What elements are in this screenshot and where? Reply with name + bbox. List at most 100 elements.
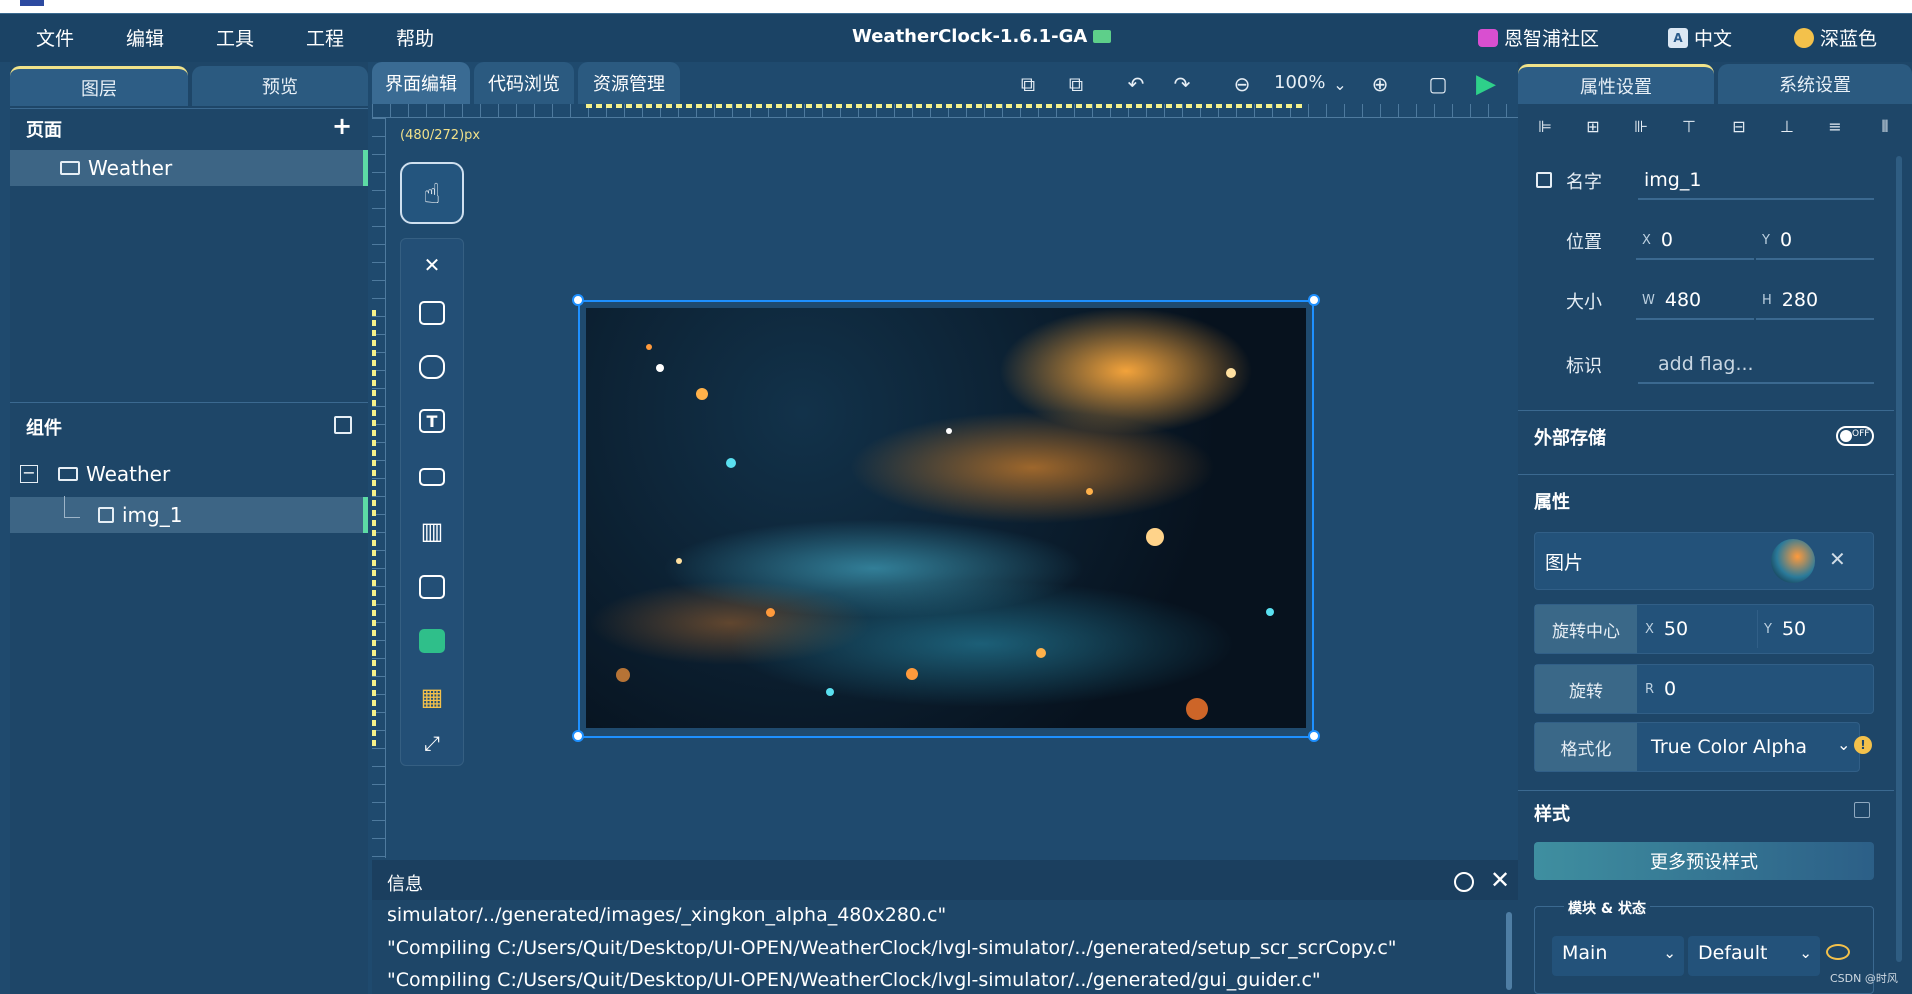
- resize-handle-tl[interactable]: [572, 294, 584, 306]
- undo-icon[interactable]: ↶: [1122, 70, 1150, 98]
- textarea-widget-icon[interactable]: [400, 450, 464, 504]
- menu-tools[interactable]: 工具: [216, 24, 254, 51]
- rot-center-x-value: 50: [1663, 618, 1689, 640]
- ruler-highlight-horizontal: [586, 104, 1306, 108]
- zoom-in-icon[interactable]: ⊕: [1366, 70, 1394, 98]
- component-root-label: Weather: [86, 462, 171, 486]
- redo-icon[interactable]: ↷: [1168, 70, 1196, 98]
- language-switch[interactable]: A 中文: [1668, 24, 1732, 51]
- image-icon: [1536, 172, 1552, 188]
- resize-handle-bl[interactable]: [572, 730, 584, 742]
- resize-handle-br[interactable]: [1308, 730, 1320, 742]
- community-link[interactable]: 恩智浦社区: [1478, 24, 1599, 51]
- rot-center-y-field[interactable]: Y 50: [1757, 610, 1871, 648]
- format-select[interactable]: True Color Alpha: [1645, 728, 1845, 766]
- r-axis-label: R: [1645, 681, 1655, 697]
- tab-ui-editor[interactable]: 界面编辑: [372, 62, 470, 104]
- module-select[interactable]: Main ⌄: [1552, 936, 1684, 976]
- galaxy-image[interactable]: [586, 308, 1306, 728]
- height-field[interactable]: H 280: [1756, 282, 1874, 320]
- height-value: 280: [1781, 289, 1819, 311]
- menu-file[interactable]: 文件: [36, 24, 74, 51]
- page-item-weather[interactable]: Weather: [10, 150, 368, 186]
- external-storage-toggle[interactable]: OFF: [1836, 426, 1874, 446]
- rotation-input[interactable]: R0: [1639, 670, 1869, 708]
- chevron-down-icon[interactable]: ⌄: [1837, 735, 1850, 754]
- imgbutton-widget-icon[interactable]: [400, 340, 464, 394]
- close-icon[interactable]: ✕: [1490, 866, 1510, 894]
- watermark: CSDN @时风: [1830, 972, 1898, 985]
- info-icon[interactable]: !: [1854, 736, 1872, 754]
- state-value: Default: [1698, 942, 1768, 964]
- popout-icon[interactable]: [334, 416, 352, 434]
- rot-center-x-field[interactable]: X 50: [1639, 610, 1753, 648]
- width-field[interactable]: W 480: [1636, 282, 1754, 320]
- label-widget-icon[interactable]: T: [400, 394, 464, 448]
- ruler-highlight-vertical: [372, 310, 376, 750]
- align-vcenter-icon[interactable]: ⊟: [1728, 117, 1750, 139]
- expand-tools-icon[interactable]: ⤢: [400, 716, 464, 770]
- flag-label: 标识: [1566, 356, 1602, 377]
- divider: [1518, 410, 1894, 411]
- button-widget-icon[interactable]: [400, 286, 464, 340]
- monitor-icon: [58, 467, 78, 481]
- community-label: 恩智浦社区: [1504, 28, 1600, 50]
- more-presets-button[interactable]: 更多预设样式: [1534, 842, 1874, 880]
- menu-help[interactable]: 帮助: [396, 24, 434, 51]
- bring-front-icon[interactable]: ⧉: [1014, 70, 1042, 98]
- image-thumbnail[interactable]: [1771, 539, 1815, 583]
- menu-project[interactable]: 工程: [306, 24, 344, 51]
- zoom-out-icon[interactable]: ⊖: [1228, 70, 1256, 98]
- tree-connector: [64, 496, 80, 518]
- align-bottom-icon[interactable]: ⊥: [1776, 117, 1798, 139]
- tab-code-browser[interactable]: 代码浏览: [474, 62, 574, 104]
- menu-edit[interactable]: 编辑: [126, 24, 164, 51]
- export-code-icon[interactable]: ▢: [1424, 70, 1452, 98]
- app-title-text: WeatherClock-1.6.1-GA: [852, 26, 1088, 47]
- rotation-center-label: 旋转中心: [1535, 605, 1637, 653]
- align-right-icon[interactable]: ⊪: [1630, 117, 1652, 139]
- collapse-icon[interactable]: −: [20, 465, 38, 483]
- flag-field[interactable]: add flag...: [1638, 346, 1874, 384]
- state-select[interactable]: Default ⌄: [1688, 936, 1820, 976]
- line-widget-icon[interactable]: [400, 614, 464, 668]
- save-style-icon[interactable]: [1854, 802, 1870, 818]
- pos-x-field[interactable]: X0: [1636, 222, 1754, 260]
- chevron-down-icon[interactable]: ⌄: [1326, 70, 1354, 98]
- tab-preview[interactable]: 预览: [192, 66, 368, 106]
- right-scrollbar[interactable]: [1896, 156, 1902, 962]
- align-top-icon[interactable]: ⊤: [1678, 117, 1700, 139]
- theme-switch[interactable]: 深蓝色: [1794, 24, 1877, 51]
- tab-layers[interactable]: 图层: [10, 66, 188, 106]
- run-icon[interactable]: ▶: [1472, 69, 1500, 99]
- divider: [1518, 790, 1894, 791]
- image-source-field[interactable]: 图片 ✕: [1534, 532, 1874, 590]
- chart-widget-icon[interactable]: ▥: [400, 504, 464, 558]
- zoom-level[interactable]: 100%: [1274, 72, 1325, 93]
- eye-icon[interactable]: [1826, 944, 1850, 960]
- remove-image-icon[interactable]: ✕: [1829, 547, 1846, 571]
- resize-handle-tr[interactable]: [1308, 294, 1320, 306]
- component-root-weather[interactable]: − Weather: [10, 456, 368, 492]
- tab-system-settings[interactable]: 系统设置: [1718, 64, 1912, 104]
- add-page-button[interactable]: +: [332, 112, 352, 140]
- distribute-icon[interactable]: ≡: [1824, 117, 1846, 139]
- pos-y-field[interactable]: Y0: [1756, 222, 1874, 260]
- external-storage-label: 外部存储: [1534, 428, 1606, 449]
- collapse-tools-icon[interactable]: ✕: [400, 238, 464, 292]
- y-axis-label: Y: [1764, 621, 1772, 637]
- tab-resources[interactable]: 资源管理: [578, 62, 680, 104]
- image-widget-icon[interactable]: [400, 560, 464, 614]
- right-tabbar: 属性设置 系统设置: [1518, 60, 1912, 104]
- clear-log-icon[interactable]: [1454, 872, 1474, 892]
- send-back-icon[interactable]: ⧉: [1062, 70, 1090, 98]
- align-left-icon[interactable]: ⊫: [1534, 117, 1556, 139]
- folder-open-icon[interactable]: [1093, 30, 1112, 43]
- info-scrollbar[interactable]: [1506, 912, 1512, 990]
- pointer-tool-button[interactable]: ☝: [400, 162, 464, 224]
- name-field[interactable]: img_1: [1638, 162, 1874, 200]
- tab-properties[interactable]: 属性设置: [1518, 64, 1714, 104]
- app-logo-icon: [20, 0, 44, 6]
- distribute-h-icon[interactable]: ⫴: [1874, 117, 1896, 139]
- align-hcenter-icon[interactable]: ⊞: [1582, 117, 1604, 139]
